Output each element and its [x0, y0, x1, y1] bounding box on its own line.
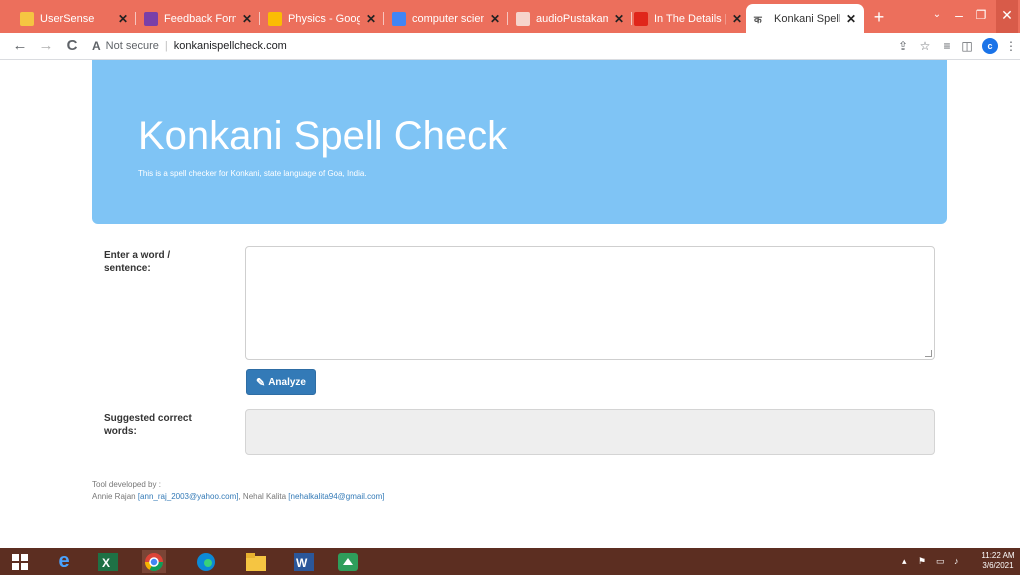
page-title: Konkani Spell Check: [138, 114, 508, 158]
clock-date: 3/6/2021: [982, 561, 1014, 570]
headphones-favicon-icon: [516, 11, 530, 26]
page-content: Konkani Spell Check This is a spell chec…: [0, 60, 1020, 548]
share-icon[interactable]: ⇪: [894, 37, 912, 55]
tab-konkani-spell-check[interactable]: क Konkani Spell Che ✕: [746, 4, 864, 33]
word-sentence-input[interactable]: [245, 246, 935, 360]
tab-feedback-form[interactable]: Feedback Form Li ✕: [136, 4, 260, 33]
system-clock[interactable]: 11:22 AM 3/6/2021: [978, 551, 1018, 571]
tab-title: Konkani Spell Che: [774, 12, 840, 25]
address-bar[interactable]: A Not secure | konkanispellcheck.com: [92, 36, 562, 56]
chrome-icon[interactable]: [142, 550, 166, 573]
footer-credits: Tool developed by : Annie Rajan [ann_raj…: [92, 479, 384, 503]
close-tab-icon[interactable]: ✕: [242, 12, 252, 26]
usersense-favicon-icon: [20, 11, 34, 26]
browser-tab-strip: UserSense ✕ Feedback Form Li ✕ Physics -…: [0, 0, 1020, 33]
tab-search-icon[interactable]: ⌄: [928, 0, 946, 33]
page-subtitle: This is a spell checker for Konkani, sta…: [138, 169, 367, 178]
tab-in-the-details[interactable]: In The Details | Ta ✕: [626, 4, 750, 33]
bookmark-star-icon[interactable]: ☆: [916, 37, 934, 55]
jumbotron-header: Konkani Spell Check This is a spell chec…: [92, 60, 947, 224]
google-drive-favicon-icon: [268, 11, 282, 26]
browser-toolbar: ← → C A Not secure | konkanispellcheck.c…: [0, 33, 1020, 60]
not-secure-icon[interactable]: A: [92, 39, 101, 53]
close-tab-icon[interactable]: ✕: [366, 12, 376, 26]
docs-favicon-icon: [392, 11, 406, 26]
tray-chevron-icon[interactable]: ▴: [902, 548, 907, 575]
clock-time: 11:22 AM: [981, 551, 1015, 560]
tab-title: Feedback Form Li: [164, 12, 236, 25]
tab-audiopustakam[interactable]: audioPustakam | ✕: [508, 4, 632, 33]
forms-favicon-icon: [144, 11, 158, 26]
tab-usersense[interactable]: UserSense ✕: [12, 4, 136, 33]
suggestions-label: Suggested correct words:: [104, 413, 192, 437]
svg-text:X: X: [102, 556, 110, 570]
reload-icon[interactable]: C: [62, 36, 82, 56]
security-status: Not secure: [105, 40, 159, 52]
input-label: Enter a word / sentence:: [104, 250, 171, 274]
minimize-icon[interactable]: –: [950, 0, 968, 33]
close-tab-icon[interactable]: ✕: [614, 12, 624, 26]
svg-text:W: W: [296, 556, 308, 570]
youtube-favicon-icon: [634, 11, 648, 26]
tab-title: audioPustakam |: [536, 12, 608, 25]
file-explorer-icon[interactable]: [244, 550, 268, 573]
network-icon[interactable]: ▭: [936, 548, 945, 575]
cloud-app-icon[interactable]: [336, 550, 360, 573]
tab-title: computer science: [412, 12, 484, 25]
edit-icon: ✎: [255, 376, 266, 389]
volume-icon[interactable]: ♪: [954, 548, 959, 575]
reading-list-icon[interactable]: ≡: [938, 37, 956, 55]
suggestions-output: [245, 409, 935, 455]
url-text[interactable]: konkanispellcheck.com: [174, 40, 287, 52]
tab-title: UserSense: [40, 12, 95, 25]
edge-icon[interactable]: [194, 550, 218, 573]
profile-avatar[interactable]: c: [982, 38, 998, 54]
windows-start-icon[interactable]: [8, 550, 32, 573]
analyze-button-label: Analyze: [268, 376, 306, 388]
author-email-link[interactable]: [nehalkalita94@gmail.com]: [288, 492, 384, 501]
word-icon[interactable]: W: [292, 550, 316, 573]
author-name: Annie Rajan: [92, 492, 136, 501]
author-name: Nehal Kalita: [242, 492, 287, 501]
konkani-favicon-icon: क: [754, 11, 768, 26]
footer-intro: Tool developed by :: [92, 480, 161, 489]
windows-taskbar: e X W ▴ ⚑ ▭ ♪ 11:22 AM 3/6/2021: [0, 548, 1020, 575]
restore-icon[interactable]: ❐: [972, 0, 990, 33]
tab-title: Physics - Google: [288, 12, 360, 25]
new-tab-button[interactable]: +: [868, 4, 890, 30]
footer-authors: Annie Rajan [ann_raj_2003@yahoo.com], Ne…: [92, 491, 384, 503]
tray-flag-icon[interactable]: ⚑: [918, 548, 926, 575]
author-email-link[interactable]: [ann_raj_2003@yahoo.com]: [138, 492, 239, 501]
close-tab-icon[interactable]: ✕: [732, 12, 742, 26]
menu-kebab-icon[interactable]: ⋮: [1002, 37, 1020, 55]
close-window-icon[interactable]: ✕: [996, 0, 1018, 33]
resize-handle-icon[interactable]: [925, 350, 932, 357]
analyze-button[interactable]: ✎ Analyze: [246, 369, 316, 395]
forward-icon[interactable]: →: [36, 36, 56, 56]
internet-explorer-icon[interactable]: e: [52, 550, 76, 573]
tab-physics[interactable]: Physics - Google ✕: [260, 4, 384, 33]
side-panel-icon[interactable]: ◫: [958, 37, 976, 55]
back-icon[interactable]: ←: [10, 36, 30, 56]
tab-title: In The Details | Ta: [654, 12, 726, 25]
tab-computer-science[interactable]: computer science ✕: [384, 4, 508, 33]
excel-icon[interactable]: X: [96, 550, 120, 573]
close-tab-icon[interactable]: ✕: [490, 12, 500, 26]
close-tab-icon[interactable]: ✕: [118, 12, 128, 26]
close-tab-icon[interactable]: ✕: [846, 12, 856, 26]
